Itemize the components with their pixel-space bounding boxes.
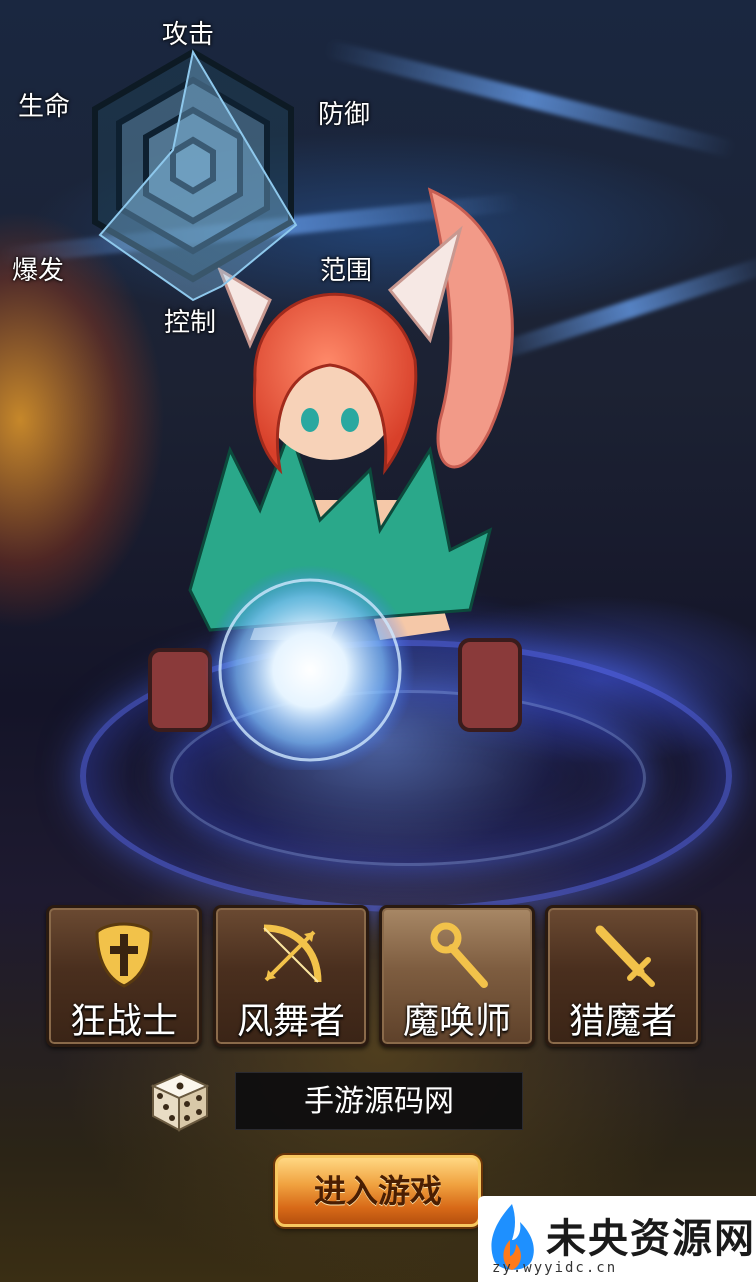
radar-label-control: 控制	[164, 308, 217, 338]
class-label: 猎魔者	[568, 1001, 677, 1042]
class-button-demon-hunter[interactable]: 猎魔者	[545, 905, 701, 1047]
radar-label-attack: 攻击	[162, 20, 215, 50]
class-button-summoner[interactable]: 魔唤师	[379, 905, 535, 1047]
class-label: 风舞者	[236, 1001, 345, 1042]
bow-icon	[263, 924, 322, 983]
watermark-text: 未央资源网	[546, 1215, 756, 1262]
class-button-wind-dancer[interactable]: 风舞者	[213, 905, 369, 1047]
watermark-url: zy.wyyidc.cn	[492, 1260, 618, 1276]
class-label: 魔唤师	[402, 1001, 511, 1042]
sword-icon	[595, 925, 655, 987]
radar-label-life: 生命	[18, 92, 71, 122]
radar-label-burst: 爆发	[12, 256, 65, 286]
dice-icon[interactable]	[143, 1066, 213, 1136]
enter-game-button[interactable]: 进入游戏	[275, 1155, 481, 1227]
character-name-input[interactable]: 手游源码网	[235, 1072, 523, 1130]
staff-icon	[430, 922, 488, 988]
class-button-berserker[interactable]: 狂战士	[46, 905, 202, 1047]
game-scene: 攻击 防御 范围 控制 爆发 生命 狂战士 风舞者 魔唤师 猎魔者 手游源码网 …	[0, 0, 756, 1282]
radar-label-defense: 防御	[318, 100, 371, 130]
radar-label-range: 范围	[320, 256, 373, 286]
class-label: 狂战士	[69, 1001, 178, 1042]
stats-radar-chart	[92, 48, 298, 302]
site-watermark: 未央资源网 zy.wyyidc.cn	[478, 1196, 756, 1282]
shield-cross-icon	[95, 922, 153, 988]
